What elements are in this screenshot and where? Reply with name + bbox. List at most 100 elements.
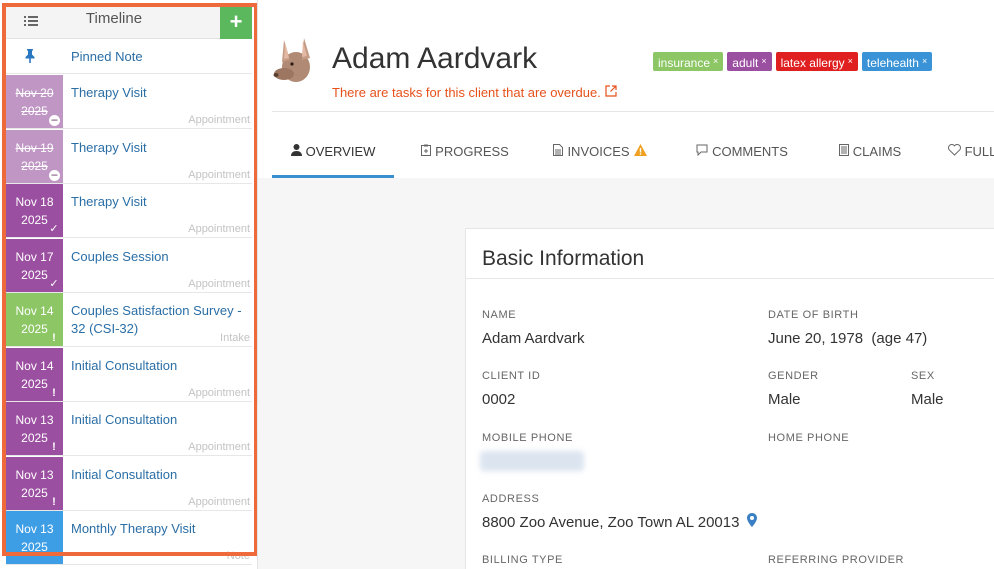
timeline-item-title[interactable]: Therapy Visit: [71, 139, 248, 157]
overdue-tasks-notice[interactable]: There are tasks for this client that are…: [332, 85, 617, 100]
tag-label: telehealth: [866, 56, 919, 70]
timeline-date: Nov 13: [15, 522, 54, 536]
warning-icon: [633, 144, 647, 159]
client-tag[interactable]: insurance ×: [653, 52, 724, 71]
timeline-item[interactable]: Nov 19 2025− Therapy Visit Appointment: [6, 129, 252, 184]
sex-value: Male: [911, 391, 944, 408]
client-tag[interactable]: adult ×: [727, 52, 772, 71]
alert-icon: !: [52, 386, 56, 399]
checkmark-icon: ✓: [49, 277, 59, 290]
timeline-item-title[interactable]: Therapy Visit: [71, 84, 248, 102]
timeline-date: Nov 14: [15, 358, 54, 373]
timeline-item[interactable]: Nov 14 2025! Initial Consultation Appointme…: [6, 347, 252, 402]
remove-tag-icon[interactable]: ×: [761, 56, 766, 66]
timeline-header: Timeline +: [6, 7, 252, 39]
remove-tag-icon[interactable]: ×: [713, 56, 718, 66]
timeline-date: Nov 14: [15, 304, 54, 318]
timeline-title: Timeline: [85, 10, 143, 27]
timeline-date: Nov 13: [15, 467, 54, 482]
external-link-icon[interactable]: [605, 85, 617, 100]
tab-overview[interactable]: OVERVIEW: [272, 128, 394, 178]
card-title: Basic Information: [482, 247, 645, 270]
home-phone-label: HOME PHONE: [768, 432, 850, 444]
remove-tag-icon[interactable]: ×: [848, 56, 853, 66]
address-label: ADDRESS: [482, 493, 540, 505]
tag-label: insurance: [658, 56, 711, 70]
timeline-sidebar: Timeline + Pinned Note Nov 20 2025− Therap…: [0, 0, 258, 569]
timeline-item[interactable]: Nov 18 2025 ✓ Therapy Visit Appointment: [6, 184, 252, 238]
map-marker-icon[interactable]: [747, 513, 758, 530]
comment-icon: [696, 144, 708, 159]
timeline-item-type: Intake: [220, 332, 250, 344]
tab-label: COMMENTS: [712, 144, 788, 159]
client-id-value: 0002: [482, 391, 516, 408]
client-tag[interactable]: latex allergy ×: [775, 52, 858, 71]
list-document-icon: [838, 144, 849, 159]
timeline-item[interactable]: Nov 20 2025− Therapy Visit Appointment: [6, 75, 252, 129]
timeline-date: Nov 13: [15, 413, 54, 427]
cancelled-icon: −: [49, 113, 60, 127]
dob-value: June 20, 1978 (age 47): [768, 330, 928, 347]
tab-label: PROGRESS: [435, 144, 509, 159]
timeline-date-badge: Nov 14 2025!: [6, 293, 63, 346]
tab-claims[interactable]: CLAIMS: [820, 128, 920, 178]
address-value: 8800 Zoo Avenue, Zoo Town AL 20013: [482, 514, 740, 531]
client-tabs: OVERVIEW PROGRESS INVOICES COMMENTS CLAIMS FU…: [272, 128, 994, 178]
name-label: NAME: [482, 309, 517, 321]
clipboard-icon: [421, 144, 432, 159]
add-timeline-button[interactable]: +: [220, 7, 252, 39]
timeline-item-type: Appointment: [188, 114, 250, 126]
tab-label: INVOICES: [567, 144, 630, 159]
alert-icon: !: [52, 441, 56, 453]
timeline-item-title[interactable]: Couples Session: [71, 248, 248, 266]
timeline-item-type: Appointment: [188, 386, 250, 399]
client-tag[interactable]: telehealth ×: [861, 52, 933, 71]
timeline-item-type: Appointment: [188, 441, 250, 453]
pinned-note-row[interactable]: Pinned Note: [6, 39, 252, 74]
timeline-date: Nov 18: [15, 195, 54, 209]
timeline-item-title[interactable]: Therapy Visit: [71, 193, 248, 211]
alert-icon: !: [52, 495, 56, 508]
card-divider: [466, 278, 994, 279]
checkmark-icon: ✓: [49, 223, 59, 235]
timeline-date-badge: Nov 20 2025−: [6, 75, 63, 128]
mobile-phone-label: MOBILE PHONE: [482, 432, 573, 444]
tab-invoices[interactable]: INVOICES: [540, 128, 660, 178]
minus-icon: −: [50, 550, 58, 562]
timeline-item[interactable]: Nov 14 2025! Couples Satisfaction Survey -…: [6, 293, 252, 347]
timeline-item-type: Note: [226, 550, 250, 562]
timeline-item[interactable]: Nov 13 2025− Monthly Therapy Visit Note: [6, 511, 252, 565]
timeline-item-title[interactable]: Monthly Therapy Visit: [71, 520, 248, 538]
tab-full[interactable]: FULL: [932, 128, 994, 178]
address-row: 8800 Zoo Avenue, Zoo Town AL 20013: [482, 513, 758, 531]
client-avatar: [270, 34, 318, 84]
tag-label: adult: [732, 56, 759, 70]
timeline-item-type: Appointment: [188, 277, 250, 290]
remove-tag-icon[interactable]: ×: [922, 56, 927, 66]
timeline-item[interactable]: Nov 17 2025 ✓ Couples Session Appointment: [6, 238, 252, 293]
tab-progress[interactable]: PROGRESS: [410, 128, 520, 178]
client-id-label: CLIENT ID: [482, 370, 541, 382]
mobile-phone-redacted: [480, 451, 584, 471]
timeline-date: Nov 17: [15, 249, 54, 264]
referring-provider-label: REFERRING PROVIDER: [768, 554, 905, 566]
basic-information-card: Basic Information NAME Adam Aardvark DAT…: [465, 228, 994, 569]
tab-comments[interactable]: COMMENTS: [682, 128, 802, 178]
timeline-date-badge: Nov 19 2025−: [6, 129, 63, 183]
client-tags: insurance × adult × latex allergy × telehealth…: [653, 52, 936, 71]
pinned-note-label: Pinned Note: [71, 49, 143, 64]
gender-label: GENDER: [768, 370, 819, 382]
timeline-item[interactable]: Nov 13 2025! Initial Consultation Appointme…: [6, 402, 252, 456]
timeline-item-title[interactable]: Initial Consultation: [71, 466, 248, 484]
timeline-date-badge: Nov 17 2025 ✓: [6, 238, 63, 292]
timeline-item-title[interactable]: Initial Consultation: [71, 357, 248, 375]
timeline-date-badge: Nov 13 2025!: [6, 456, 63, 510]
timeline-item[interactable]: Nov 13 2025! Initial Consultation Appointme…: [6, 456, 252, 511]
timeline-date-badge: Nov 13 2025−: [6, 511, 63, 564]
timeline-item-title[interactable]: Initial Consultation: [71, 411, 248, 429]
client-name: Adam Aardvark: [332, 42, 538, 75]
pin-icon: [24, 49, 36, 66]
timeline-date-badge: Nov 18 2025 ✓: [6, 184, 63, 237]
timeline-date-badge: Nov 14 2025!: [6, 347, 63, 401]
tab-label: FULL: [964, 144, 994, 159]
